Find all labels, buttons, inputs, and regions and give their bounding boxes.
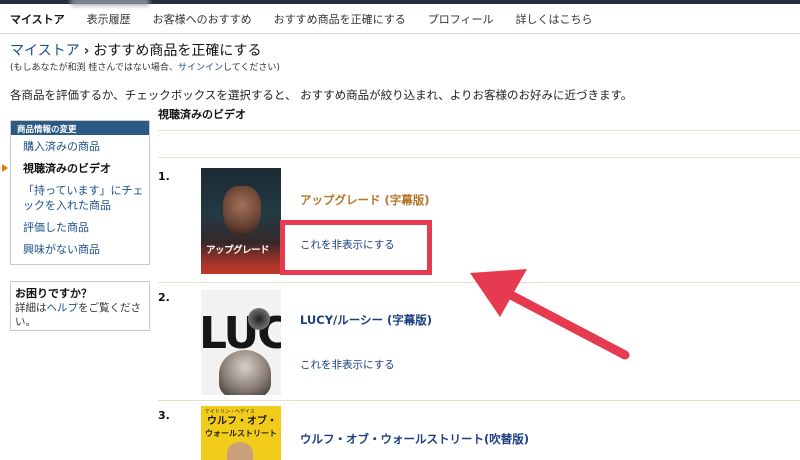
help-box: お困りですか？ 詳細はヘルプをご覧くださ い。 xyxy=(10,281,150,331)
sidebar: 商品情報の変更 購入済みの商品 視聴済みのビデオ 「持っています」にチェ ックを… xyxy=(2,120,150,265)
item-number: 1. xyxy=(158,170,170,183)
item-number: 2. xyxy=(158,291,170,304)
sidebar-item-watched-label: 視聴済みのビデオ xyxy=(23,162,111,175)
sidebar-item-watched[interactable]: 視聴済みのビデオ xyxy=(2,161,149,176)
help-link[interactable]: ヘルプ xyxy=(47,302,79,314)
poster-title: アップグレード xyxy=(206,245,270,256)
poster-title-line1: ウルフ・オブ・ xyxy=(207,416,277,427)
item-title[interactable]: LUCY/ルーシー (字幕版) xyxy=(300,312,432,328)
sidebar-item-owned-line2[interactable]: ックを入れた商品 xyxy=(11,198,149,213)
nav-item-profile[interactable]: プロフィール xyxy=(428,11,494,27)
divider xyxy=(158,157,800,158)
help-text-after: をご覧くださ xyxy=(78,302,141,314)
breadcrumb: マイストア › おすすめ商品を正確にする xyxy=(10,40,262,60)
top-nav: マイストア 表示履歴 お客様へのおすすめ おすすめ商品を正確にする プロフィール… xyxy=(0,4,800,34)
sidebar-header: 商品情報の変更 xyxy=(11,121,149,135)
poster-image[interactable]: アップグレード xyxy=(201,168,281,274)
sidebar-item-owned-line1[interactable]: 「持っています」にチェ xyxy=(11,183,149,198)
item-title[interactable]: ウルフ・オブ・ウォールストリート(吹替版) xyxy=(300,431,529,447)
nav-item-recommendations[interactable]: お客様へのおすすめ xyxy=(153,11,252,27)
poster-image[interactable]: ケイトリン・ヘデイス ウルフ・オブ・ ウォールストリート xyxy=(201,406,281,460)
poster-face xyxy=(219,350,271,395)
sidebar-item-not-interested[interactable]: 興味がない商品 xyxy=(11,242,149,257)
signin-link[interactable]: サインイン xyxy=(178,63,223,73)
breadcrumb-separator: › xyxy=(83,43,90,59)
nav-item-learn-more[interactable]: 詳しくはこちら xyxy=(516,11,593,27)
poster-eye xyxy=(248,308,270,330)
arrow-annotation-icon xyxy=(470,269,630,360)
section-title: 視聴済みのビデオ xyxy=(158,108,246,121)
help-text: 詳細はヘルプをご覧くださ い。 xyxy=(15,301,145,329)
poster-image[interactable]: LUCY xyxy=(201,290,281,395)
sidebar-item-purchased[interactable]: 購入済みの商品 xyxy=(11,139,149,154)
nav-item-history[interactable]: 表示履歴 xyxy=(87,11,131,27)
poster-figure xyxy=(227,442,253,460)
signin-note-after: してください) xyxy=(222,63,280,73)
poster-credits: ケイトリン・ヘデイス xyxy=(205,409,255,415)
help-text-line2: い。 xyxy=(15,316,36,328)
breadcrumb-link[interactable]: マイストア xyxy=(10,43,80,59)
hide-item-link[interactable]: これを非表示にする xyxy=(300,357,395,372)
help-text-before: 詳細は xyxy=(15,302,47,314)
signin-note: (もしあなたが和渕 桂さんではない場合、サインインしてください) xyxy=(10,60,280,73)
help-title: お困りですか？ xyxy=(15,287,92,300)
poster-title-line2: ウォールストリート xyxy=(205,429,277,438)
item-title[interactable]: アップグレード (字幕版) xyxy=(300,192,430,208)
sidebar-list: 購入済みの商品 視聴済みのビデオ 「持っています」にチェ ックを入れた商品 評価… xyxy=(2,135,149,257)
poster-face xyxy=(223,186,261,234)
highlight-annotation xyxy=(280,220,432,275)
caret-right-icon xyxy=(2,164,8,172)
page-title: おすすめ商品を正確にする xyxy=(93,43,262,59)
nav-item-mystore[interactable]: マイストア xyxy=(10,11,65,27)
item-number: 3. xyxy=(158,409,170,422)
sidebar-item-rated[interactable]: 評価した商品 xyxy=(11,220,149,235)
divider xyxy=(158,130,800,131)
nav-item-improve[interactable]: おすすめ商品を正確にする xyxy=(274,11,406,27)
instructions-text: 各商品を評価するか、チェックボックスを選択すると、 おすすめ商品が絞り込まれ、よ… xyxy=(10,88,633,102)
divider xyxy=(158,400,800,401)
signin-note-before: (もしあなたが和渕 桂さんではない場合、 xyxy=(10,63,178,73)
